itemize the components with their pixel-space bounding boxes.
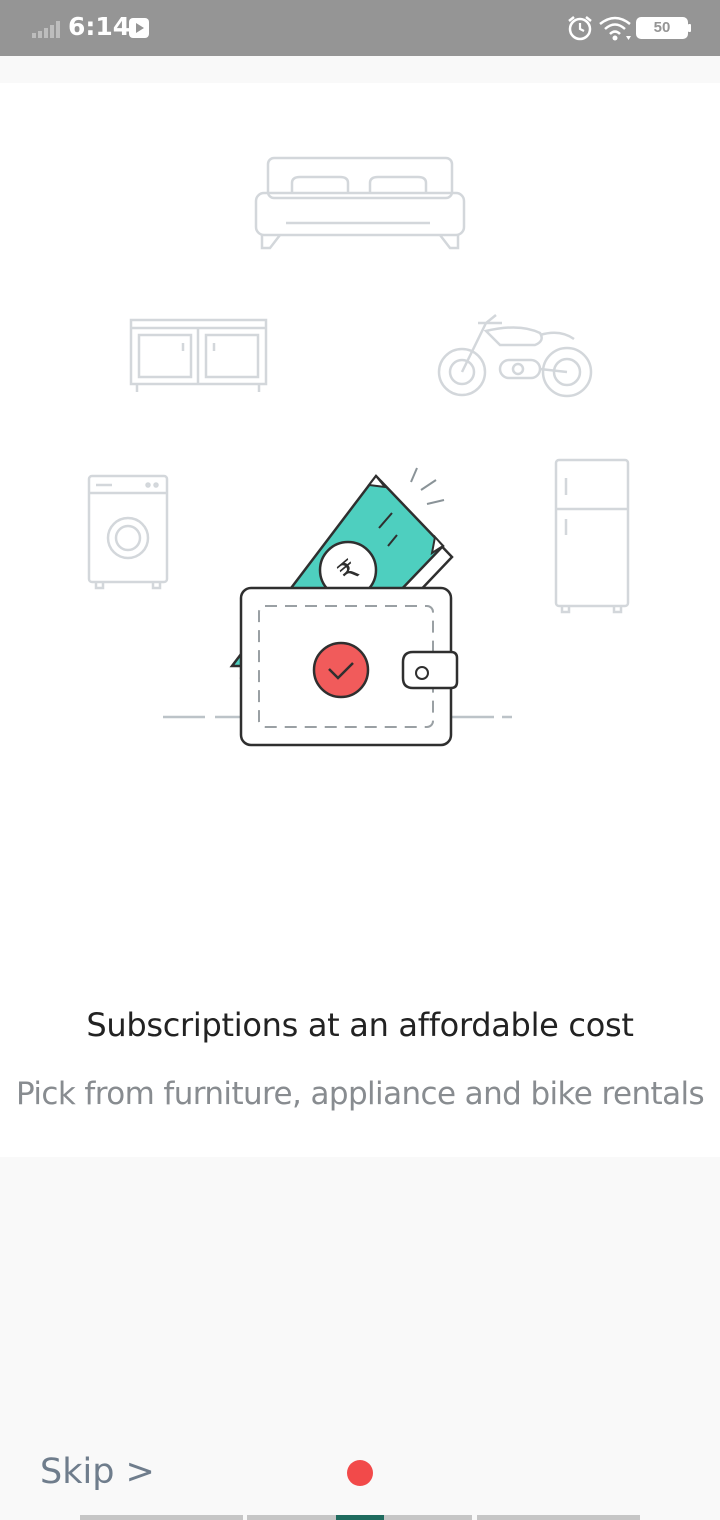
progress-bar [80, 1515, 640, 1520]
onboarding-title: Subscriptions at an affordable cost [86, 1006, 634, 1044]
page-indicator-dot [347, 1460, 373, 1486]
progress-active-segment [336, 1515, 384, 1520]
fridge-icon [554, 458, 630, 614]
battery-level: 50 [653, 19, 671, 36]
cabinet-icon [129, 318, 268, 392]
skip-button[interactable]: Skip > [40, 1452, 155, 1492]
check-icon [312, 641, 370, 699]
bed-icon [254, 156, 466, 250]
wifi-icon [599, 16, 631, 41]
progress-segment [477, 1515, 640, 1520]
progress-segment [80, 1515, 243, 1520]
washing-machine-icon [87, 474, 169, 590]
play-icon [129, 18, 149, 38]
motorbike-icon [437, 314, 593, 398]
status-time: 6:14 [68, 12, 131, 41]
alarm-icon [568, 16, 592, 41]
onboarding-slide: ₹ Subscriptions at an affordable cost Pi… [0, 83, 720, 1157]
onboarding-subtitle: Pick from furniture, appliance and bike … [15, 1076, 705, 1112]
onboarding-illustration: ₹ [87, 156, 630, 747]
signal-icon [32, 21, 60, 38]
status-bar: 6:14 50 [0, 0, 720, 56]
